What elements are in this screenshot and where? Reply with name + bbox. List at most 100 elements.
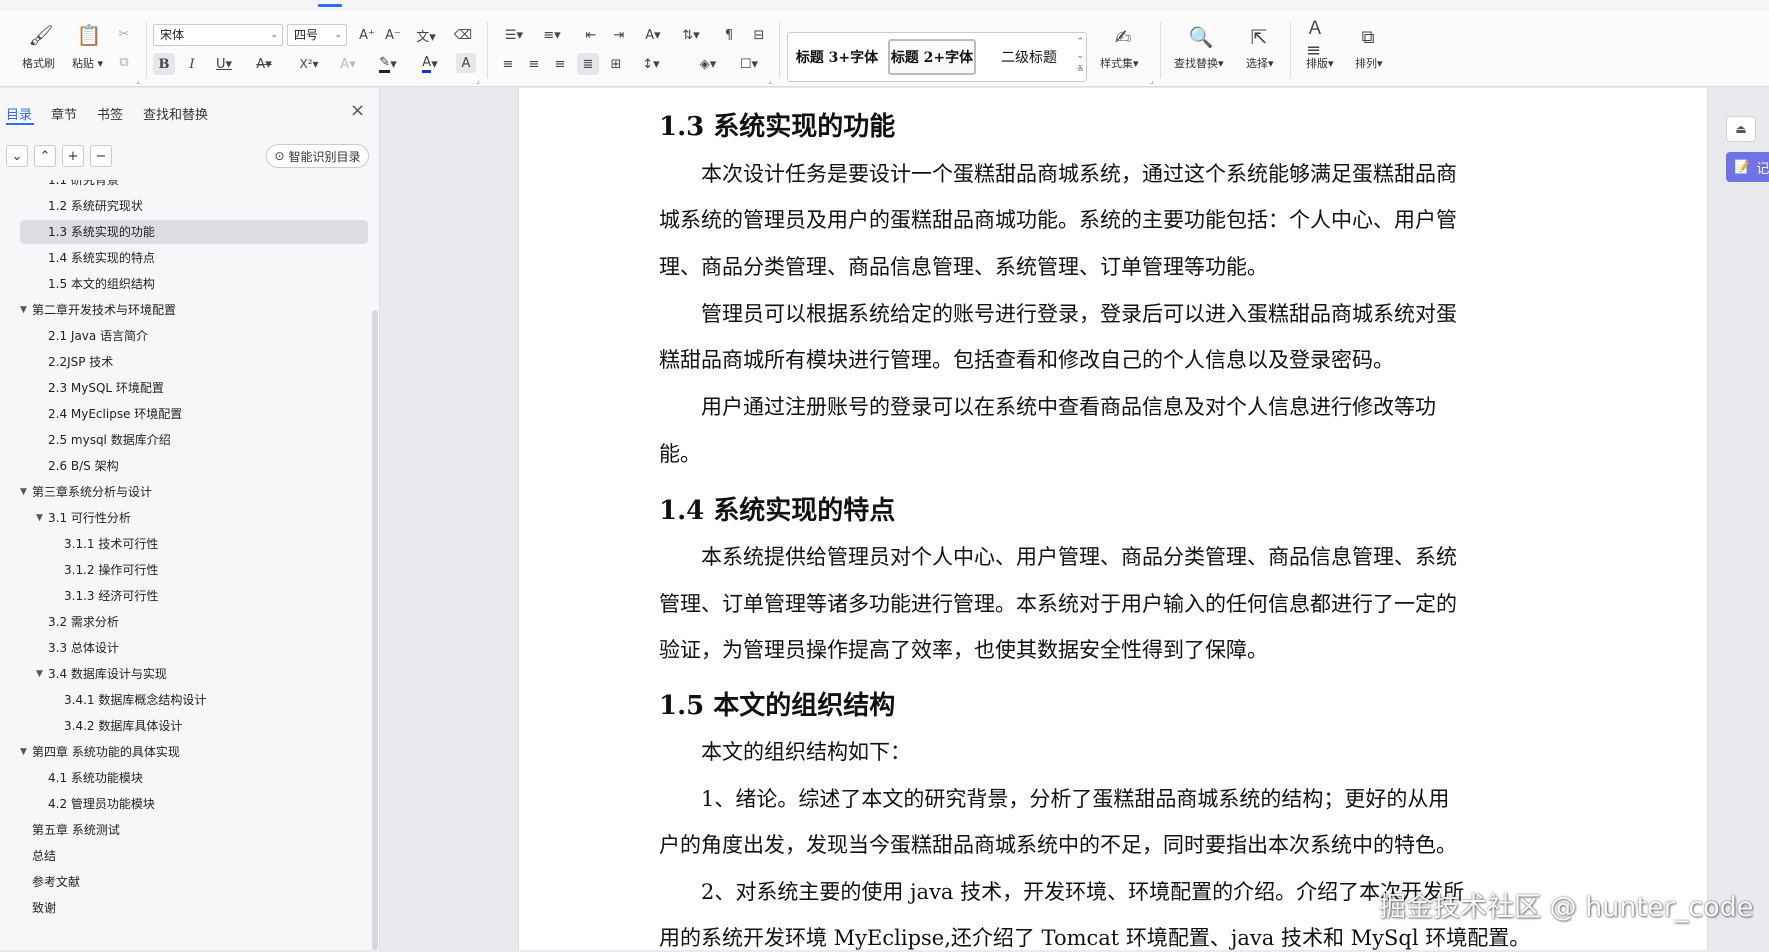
italic-button[interactable]: I (181, 53, 203, 75)
table-icon[interactable]: ⊟ (748, 24, 770, 46)
toc-item[interactable]: 2.5 mysql 数据库介绍 (20, 428, 368, 452)
remove-entry-icon[interactable]: − (90, 145, 112, 167)
paragraph-line[interactable]: 验证，为管理员操作提高了效率，也使其数据安全性得到了保障。 (659, 634, 1569, 664)
paragraph-expand-icon[interactable]: ⌟ (768, 76, 772, 85)
toc-item[interactable]: 1.3 系统实现的功能 (20, 220, 368, 244)
show-marks-icon[interactable]: ¶ (718, 24, 740, 46)
layout-label[interactable]: 排版▾ (1306, 55, 1334, 71)
superscript-button[interactable]: X² ▾ (294, 53, 324, 75)
styles-scroll-icon[interactable]: ⌃ ⌄ ≚ (1076, 35, 1084, 77)
paragraph-line[interactable]: 糕甜品商城所有模块进行管理。包括查看和修改自己的个人信息以及登录密码。 (659, 344, 1569, 374)
phonetic-guide-icon[interactable]: 文▾ (410, 24, 442, 46)
paragraph-line[interactable]: 管理、订单管理等诸多功能进行管理。本系统对于用户输入的任何信息都进行了一定的 (659, 588, 1569, 618)
move-up-icon[interactable]: ⌃ (34, 145, 56, 167)
strikethrough-button[interactable]: A ▾ (251, 53, 277, 75)
toc-item[interactable]: ▼ 第三章系统分析与设计 (20, 480, 368, 504)
tab-chapters[interactable]: 章节 (51, 104, 77, 123)
expand-caret-icon[interactable]: ▼ (36, 662, 43, 686)
styles-expand-icon[interactable]: ⌟ (1150, 76, 1154, 85)
clear-format-icon[interactable]: ⌫ (452, 24, 474, 46)
tab-bookmarks[interactable]: 书签 (97, 104, 123, 123)
bold-button[interactable]: B (153, 53, 175, 75)
toc-item[interactable]: 4.1 系统功能模块 (20, 766, 368, 790)
distribute-icon[interactable]: ⊞ (605, 53, 627, 75)
expand-caret-icon[interactable]: ▼ (20, 298, 27, 322)
expand-caret-icon[interactable]: ▼ (36, 506, 43, 530)
expand-caret-icon[interactable]: ▼ (20, 740, 27, 764)
heading-1-5[interactable]: 1.5 本文的组织结构 (659, 685, 895, 722)
paste-label[interactable]: 粘贴 ▾ (72, 55, 103, 71)
toc-item[interactable]: 3.1.3 经济可行性 (20, 584, 368, 608)
numbered-list-icon[interactable]: ≡▾ (538, 24, 566, 46)
toc-item[interactable]: 参考文献 (20, 870, 368, 894)
paragraph-line[interactable]: 户的角度出发，发现当今蛋糕甜品商城系统中的不足，同时要指出本次系统中的特色。 (659, 829, 1569, 859)
toc-item[interactable]: ▼ 第四章 系统功能的具体实现 (20, 740, 368, 764)
toc-item[interactable]: 2.4 MyEclipse 环境配置 (20, 402, 368, 426)
select-label[interactable]: 选择▾ (1246, 55, 1274, 71)
heading-1-4[interactable]: 1.4 系统实现的特点 (659, 490, 895, 527)
paragraph-line[interactable]: 本系统提供给管理员对个人中心、用户管理、商品分类管理、商品信息管理、系统 (659, 541, 1569, 571)
arrange-label[interactable]: 排列▾ (1355, 55, 1383, 71)
toc-item[interactable]: 3.1.1 技术可行性 (20, 532, 368, 556)
toc-item[interactable]: 第五章 系统测试 (20, 818, 368, 842)
paragraph-line[interactable]: 本文的组织结构如下： (659, 736, 1569, 766)
toc-item[interactable]: 3.1.2 操作可行性 (20, 558, 368, 582)
align-center-icon[interactable]: ≡ (523, 53, 545, 75)
arrange-icon[interactable]: ⧉ (1353, 22, 1383, 52)
toc-item[interactable]: 1.5 本文的组织结构 (20, 272, 368, 296)
char-shading-icon[interactable]: A (456, 53, 476, 73)
find-replace-label[interactable]: 查找替换▾ (1174, 55, 1224, 71)
select-icon[interactable]: ⇱ (1244, 22, 1274, 52)
format-painter-icon[interactable]: 🖌 (24, 20, 58, 50)
toc-scrollbar[interactable] (372, 310, 378, 950)
toc-item[interactable]: 2.6 B/S 架构 (20, 454, 368, 478)
paragraph-line[interactable]: 城系统的管理员及用户的蛋糕甜品商城功能。系统的主要功能包括：个人中心、用户管 (659, 204, 1569, 234)
toc-item[interactable]: 总结 (20, 844, 368, 868)
format-painter-label[interactable]: 格式刷 (22, 55, 55, 71)
justify-icon[interactable]: ≣ (577, 53, 599, 75)
text-effect-button[interactable]: A ▾ (334, 53, 362, 75)
shading-icon[interactable]: ◈▾ (693, 53, 723, 75)
expand-caret-icon[interactable]: ▼ (20, 480, 27, 504)
style-heading2[interactable]: 标题 2+字体 (888, 39, 976, 75)
border-icon[interactable]: ☐▾ (734, 53, 764, 75)
align-right-icon[interactable]: ≡ (549, 53, 571, 75)
document-page[interactable]: 1.3 系统实现的功能 本次设计任务是要设计一个蛋糕甜品商城系统，通过这个系统能… (518, 88, 1708, 950)
text-direction-icon[interactable]: A▾ (638, 24, 668, 46)
paragraph-line[interactable]: 理、商品分类管理、商品信息管理、系统管理、订单管理等功能。 (659, 251, 1569, 281)
toc-item[interactable]: 3.4.2 数据库具体设计 (20, 714, 368, 738)
bullet-list-icon[interactable]: ☰▾ (500, 24, 528, 46)
heading-1-3[interactable]: 1.3 系统实现的功能 (659, 106, 895, 143)
style-set-label[interactable]: 样式集▾ (1100, 55, 1139, 71)
toc-item[interactable]: 2.1 Java 语言简介 (20, 324, 368, 348)
paragraph-line[interactable]: 管理员可以根据系统给定的账号进行登录，登录后可以进入蛋糕甜品商城系统对蛋 (659, 298, 1569, 328)
collapse-all-icon[interactable]: ⌄ (6, 145, 28, 167)
toc-item[interactable]: ▼ 3.1 可行性分析 (20, 506, 368, 530)
style-level2-heading[interactable]: 二级标题 (986, 39, 1072, 75)
font-color-icon[interactable]: A ▾ (414, 53, 446, 75)
toc-item[interactable]: 1.1 研究背景 (20, 180, 368, 192)
smart-toc-button[interactable]: ⊙ 智能识别目录 (266, 144, 369, 168)
toc-item[interactable]: 3.3 总体设计 (20, 636, 368, 660)
sort-icon[interactable]: ⇅▾ (676, 24, 706, 46)
layout-icon[interactable]: Ａ≡ (1306, 18, 1336, 61)
collapse-panel-icon[interactable]: ⏏ (1726, 116, 1756, 142)
increase-indent-icon[interactable]: ⇥ (608, 24, 630, 46)
toc-item[interactable]: 1.4 系统实现的特点 (20, 246, 368, 270)
toc-item[interactable]: 2.3 MySQL 环境配置 (20, 376, 368, 400)
style-heading3[interactable]: 标题 3+字体 (794, 39, 880, 75)
paragraph-line[interactable]: 能。 (659, 438, 1569, 468)
cut-icon[interactable]: ✂ (114, 24, 134, 44)
underline-button[interactable]: U ▾ (211, 53, 237, 75)
decrease-indent-icon[interactable]: ⇤ (580, 24, 602, 46)
tab-find-replace[interactable]: 查找和替换 (143, 104, 208, 123)
right-rail-button[interactable]: 📝 记 (1726, 152, 1769, 182)
highlight-icon[interactable]: ✎ ▾ (372, 53, 404, 75)
toc-item[interactable]: 1.2 系统研究现状 (20, 194, 368, 218)
toc-item[interactable]: 致谢 (20, 896, 368, 920)
paragraph-line[interactable]: 本次设计任务是要设计一个蛋糕甜品商城系统，通过这个系统能够满足蛋糕甜品商 (659, 158, 1569, 188)
toc-item[interactable]: ▼ 第二章开发技术与环境配置 (20, 298, 368, 322)
toc-item[interactable]: 4.2 管理员功能模块 (20, 792, 368, 816)
font-shrink-icon[interactable]: A⁻ (382, 24, 404, 46)
toc-item[interactable]: 2.2JSP 技术 (20, 350, 368, 374)
